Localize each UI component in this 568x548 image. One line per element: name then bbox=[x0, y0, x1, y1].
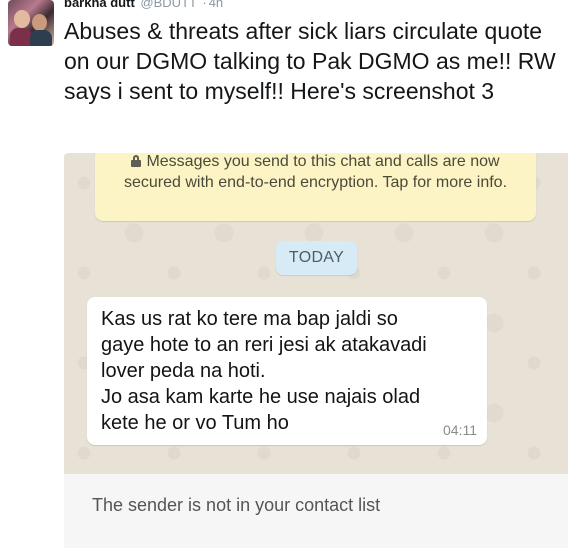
author-handle[interactable]: @BDUTT bbox=[140, 0, 196, 10]
date-chip: TODAY bbox=[276, 241, 357, 275]
avatar[interactable] bbox=[8, 0, 54, 46]
avatar-person-icon bbox=[14, 10, 30, 28]
author-name[interactable]: barkha dutt bbox=[64, 0, 135, 10]
message-time: 04:11 bbox=[443, 422, 477, 438]
author-separator: · bbox=[202, 0, 207, 10]
encryption-notice[interactable]: Messages you send to this chat and calls… bbox=[95, 153, 536, 221]
message-text: Kas us rat ko tere ma bap jaldi so gaye … bbox=[101, 306, 481, 436]
avatar-person-icon bbox=[30, 30, 52, 46]
message-line: Jo asa kam karte he use najais olad bbox=[101, 386, 421, 408]
encryption-notice-text: Messages you send to this chat and calls… bbox=[123, 153, 508, 191]
contact-notice-text: The sender is not in your contact list bbox=[92, 495, 381, 515]
message-line: kete he or vo Tum ho bbox=[101, 412, 289, 434]
avatar-person-icon bbox=[10, 28, 32, 46]
contact-notice-bar: The sender is not in your contact list bbox=[64, 473, 568, 548]
avatar-person-icon bbox=[32, 14, 47, 31]
lock-icon bbox=[131, 155, 142, 167]
tweet-author-line: barkha dutt @BDUTT · 4h bbox=[64, 0, 223, 10]
tweet-text: Abuses & threats after sick liars circul… bbox=[64, 18, 556, 104]
tweet-timestamp[interactable]: 4h bbox=[209, 0, 223, 10]
message-line: Kas us rat ko tere ma bap jaldi so bbox=[101, 308, 398, 330]
message-bubble[interactable]: Kas us rat ko tere ma bap jaldi so gaye … bbox=[87, 297, 487, 445]
attached-screenshot[interactable]: Messages you send to this chat and calls… bbox=[64, 153, 568, 548]
message-line: gaye hote to an reri jesi ak atakavadi bbox=[101, 334, 427, 356]
message-line: lover peda na hoti. bbox=[101, 360, 266, 382]
